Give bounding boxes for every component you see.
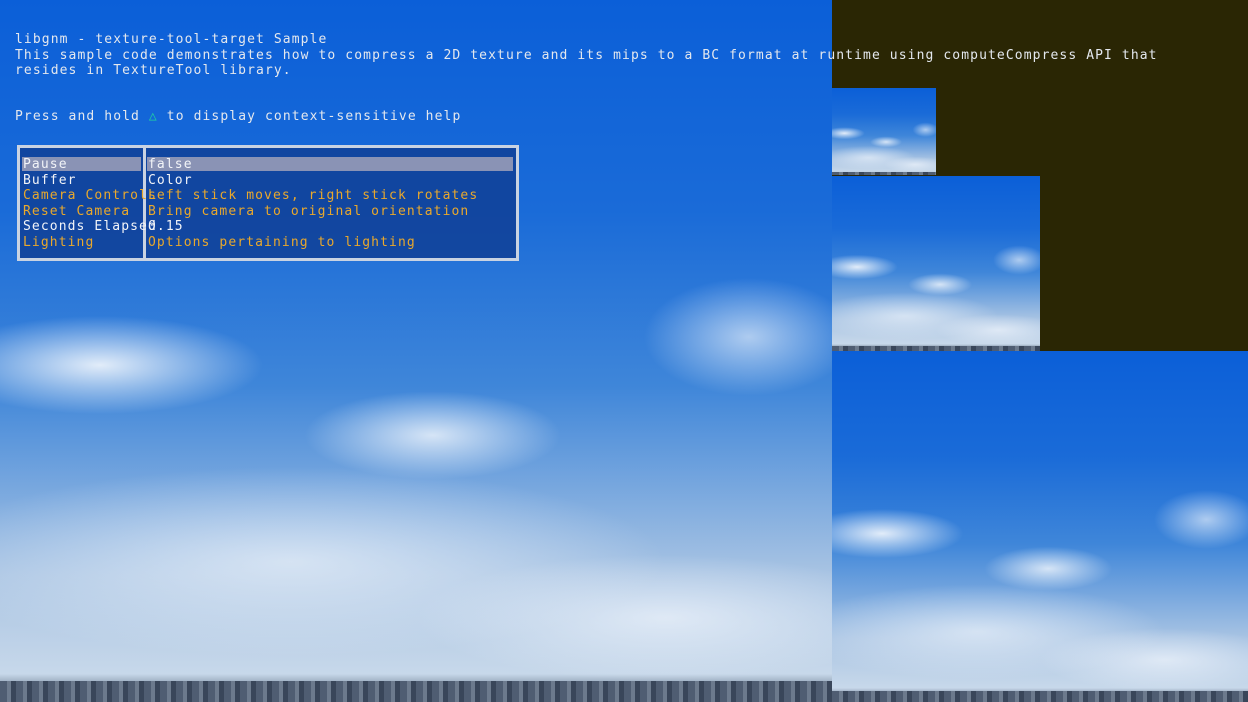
menu-item-value: Left stick moves, right stick rotates: [148, 188, 479, 203]
menu-item-pause[interactable]: Pause false: [20, 157, 516, 173]
menu-item-value: Bring camera to original orientation: [148, 203, 470, 219]
sky-texture-main: [0, 0, 832, 702]
help-suffix: to display context-sensitive help: [166, 109, 462, 124]
mip-level-3: [832, 88, 936, 175]
menu-item-value: false: [148, 157, 193, 172]
sample-description: This sample code demonstrates how to com…: [15, 48, 1158, 78]
menu-item-value: Color: [148, 172, 193, 188]
mip-level-1: [832, 351, 1248, 702]
menu-item-seconds-elapsed[interactable]: Seconds Elapsed 0.15: [20, 219, 516, 235]
help-prefix: Press and hold: [15, 109, 140, 124]
menu-item-label: Lighting: [23, 234, 95, 250]
menu-item-value: 0.15: [148, 219, 184, 234]
menu-item-lighting[interactable]: Lighting Options pertaining to lighting: [20, 235, 516, 251]
menu-item-label: Buffer: [23, 172, 77, 188]
menu-item-label: Reset Camera: [23, 203, 131, 219]
menu-item-buffer[interactable]: Buffer Color: [20, 173, 516, 189]
menu-item-label: Pause: [23, 157, 68, 172]
options-menu: Pause false Buffer Color Camera Controls…: [17, 145, 519, 261]
sample-title: libgnm - texture-tool-target Sample: [15, 32, 328, 47]
menu-item-value: Options pertaining to lighting: [148, 234, 416, 250]
menu-item-label: Seconds Elapsed: [23, 219, 157, 234]
menu-item-label: Camera Controls: [23, 188, 157, 203]
mip-level-2: [832, 176, 1040, 351]
menu-item-reset-camera[interactable]: Reset Camera Bring camera to original or…: [20, 204, 516, 220]
menu-item-camera-controls[interactable]: Camera Controls Left stick moves, right …: [20, 188, 516, 204]
help-hint: Press and hold △ to display context-sens…: [15, 109, 461, 124]
triangle-icon: △: [148, 109, 158, 124]
